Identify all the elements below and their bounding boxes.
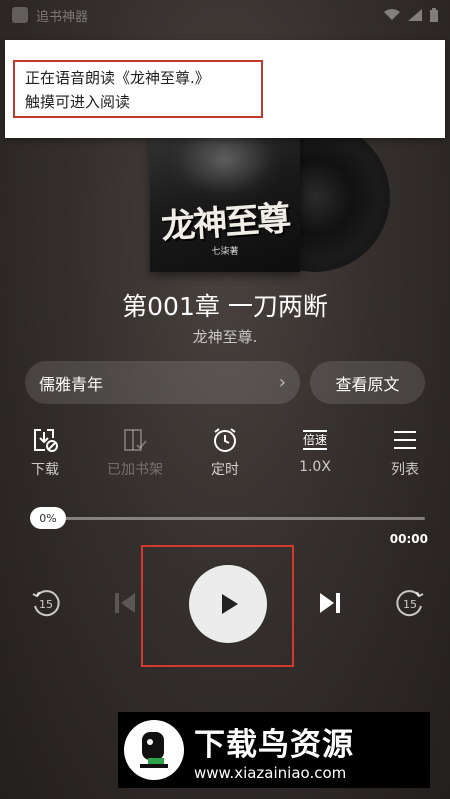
alarm-clock-icon (214, 428, 236, 452)
chevron-right-icon: › (278, 372, 286, 393)
signal-icon (408, 9, 422, 21)
timer-label: 定时 (211, 462, 239, 478)
cover-author: 七柒著 (211, 247, 239, 257)
speed-icon: 倍速 (302, 430, 327, 450)
progress-thumb[interactable]: 0% (30, 507, 66, 529)
wifi-icon (384, 9, 400, 20)
reading-notification[interactable]: 正在语音朗读《龙神至尊.》 触摸可进入阅读 (5, 40, 445, 138)
notification-highlight: 正在语音朗读《龙神至尊.》 触摸可进入阅读 (13, 60, 263, 118)
speed-icon-text: 倍速 (302, 433, 327, 447)
play-icon (222, 594, 238, 614)
rewind-15-button[interactable]: 15 (28, 585, 64, 621)
list-label: 列表 (391, 462, 419, 478)
speed-label: 1.0X (299, 459, 331, 475)
rewind-15-icon: 15 (32, 590, 60, 617)
speed-button[interactable]: 倍速 1.0X (270, 425, 360, 485)
notification-line-1: 正在语音朗读《龙神至尊.》 (25, 69, 210, 87)
view-original-button[interactable]: 查看原文 (310, 361, 425, 404)
watermark-url: www.xiazainiao.com (194, 763, 347, 782)
timer-button[interactable]: 定时 (180, 425, 270, 485)
rewind-seconds: 15 (39, 598, 53, 611)
previous-chapter-button[interactable] (107, 585, 143, 621)
bookshelf-label: 已加书架 (107, 462, 163, 478)
forward-seconds: 15 (403, 598, 417, 611)
battery-icon (430, 8, 438, 22)
bookshelf-added-icon (124, 429, 147, 451)
bird-logo-icon (124, 720, 184, 780)
watermark: 下载鸟资源 www.xiazainiao.com (118, 712, 430, 788)
forward-15-button[interactable]: 15 (392, 585, 428, 621)
book-name: 龙神至尊. (192, 328, 258, 346)
voice-name: 儒雅青年 (39, 374, 104, 394)
download-button[interactable]: 下载 (0, 425, 90, 485)
toolbar: 下载 已加书架 定时 倍速 1.0X 列表 (0, 425, 450, 485)
notification-line-2: 触摸可进入阅读 (25, 93, 131, 111)
chapter-title: 第001章 一刀两断 (122, 292, 328, 321)
app-name: 追书神器 (36, 9, 89, 25)
cover-title: 龙神至尊 (160, 198, 291, 248)
list-icon (394, 431, 416, 449)
download-label: 下载 (31, 462, 59, 478)
duration-label: 00:00 (389, 532, 428, 546)
download-icon (34, 429, 58, 452)
play-button[interactable] (189, 565, 267, 643)
bookshelf-button[interactable]: 已加书架 (90, 425, 180, 485)
list-button[interactable]: 列表 (360, 425, 450, 485)
next-chapter-button[interactable] (312, 585, 348, 621)
watermark-title: 下载鸟资源 (194, 726, 354, 763)
forward-15-icon: 15 (396, 590, 424, 617)
app-icon (12, 7, 28, 23)
progress-track[interactable] (30, 517, 425, 520)
voice-selector[interactable]: 儒雅青年 › (25, 361, 300, 404)
skip-previous-icon (115, 593, 135, 613)
skip-next-icon (320, 593, 340, 613)
status-bar: 追书神器 (0, 0, 450, 30)
